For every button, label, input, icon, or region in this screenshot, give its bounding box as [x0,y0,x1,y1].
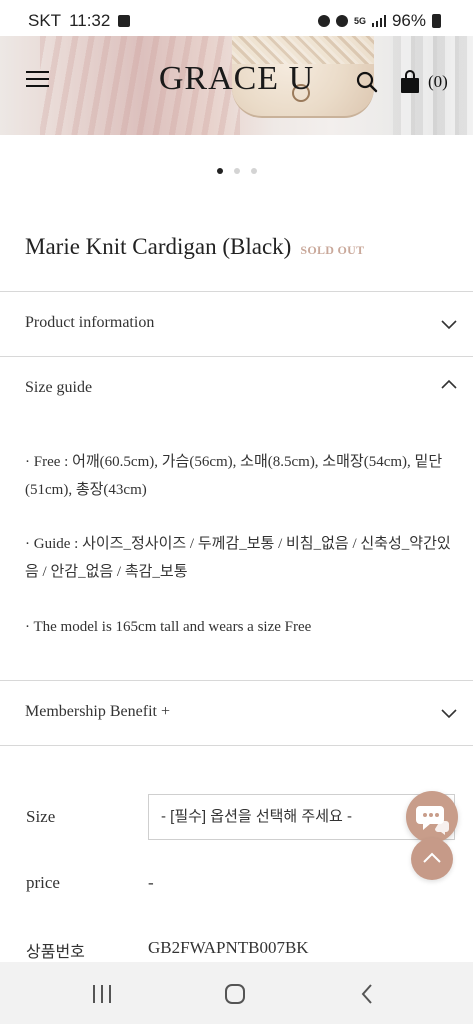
product-title: Marie Knit Cardigan (Black) [25,234,292,259]
accordion-membership-benefit[interactable]: Membership Benefit + [0,680,473,745]
chat-bubble-icon [416,806,449,835]
battery-percent: 96% [391,11,426,30]
product-code-value: GB2FWAPNTB007BK [148,938,309,957]
site-logo[interactable]: GRACE U [159,60,314,97]
clock: 11:32 [69,11,111,30]
price-label: price [26,873,60,892]
carousel-dot[interactable] [250,168,257,174]
size-guide-measurements: · Free : 어깨(60.5cm), 가슴(56cm), 소매(8.5cm)… [25,454,443,498]
home-icon[interactable] [223,982,247,1006]
product-code-label: 상품번호 [26,942,85,961]
back-icon[interactable] [356,982,380,1006]
recent-apps-icon[interactable] [90,982,114,1006]
product-title-row: Marie Knit Cardigan (Black) SOLD OUT [25,234,364,260]
chevron-down-icon [441,320,457,330]
system-navigation-bar [0,962,473,1024]
network-type: 5G [353,16,366,26]
shopping-bag-icon [401,70,419,93]
chat-button[interactable] [406,791,458,843]
carrier-label: SKT [28,11,62,30]
sold-out-badge: SOLD OUT [300,243,365,257]
lock-notification-icon [317,15,330,27]
chevron-down-icon [441,709,457,719]
section-divider [0,745,473,746]
menu-button[interactable] [26,71,49,89]
price-value: - [148,873,154,892]
size-label: Size [26,807,56,826]
size-guide-model: · The model is 165cm tall and wears a si… [25,619,312,635]
gallery-notification-icon [118,15,131,27]
carousel-dot[interactable] [233,168,240,174]
carousel-dot[interactable] [216,168,223,174]
search-icon[interactable] [356,71,378,93]
accordion-product-information[interactable]: Product information [0,291,473,356]
accordion-label: Membership Benefit + [25,703,170,720]
carousel-indicator [0,168,473,174]
size-guide-fit: · Guide : 사이즈_정사이즈 / 두께감_보통 / 비침_없음 / 신축… [25,536,451,580]
chevron-up-icon [441,379,457,389]
battery-icon [432,14,441,28]
signal-icon [371,15,386,27]
hamburger-icon [26,71,49,73]
cart-button[interactable]: (0) [400,69,448,95]
cart-count: (0) [428,72,448,91]
accordion-size-guide[interactable]: Size guide [0,356,473,421]
accordion-label: Size guide [25,379,93,396]
scroll-top-button[interactable] [411,838,453,880]
accordion-label: Product information [25,314,155,331]
alarm-icon [335,15,348,27]
chevron-up-icon [423,852,441,863]
status-bar: SKT 11:32 5G 96% [0,0,473,36]
